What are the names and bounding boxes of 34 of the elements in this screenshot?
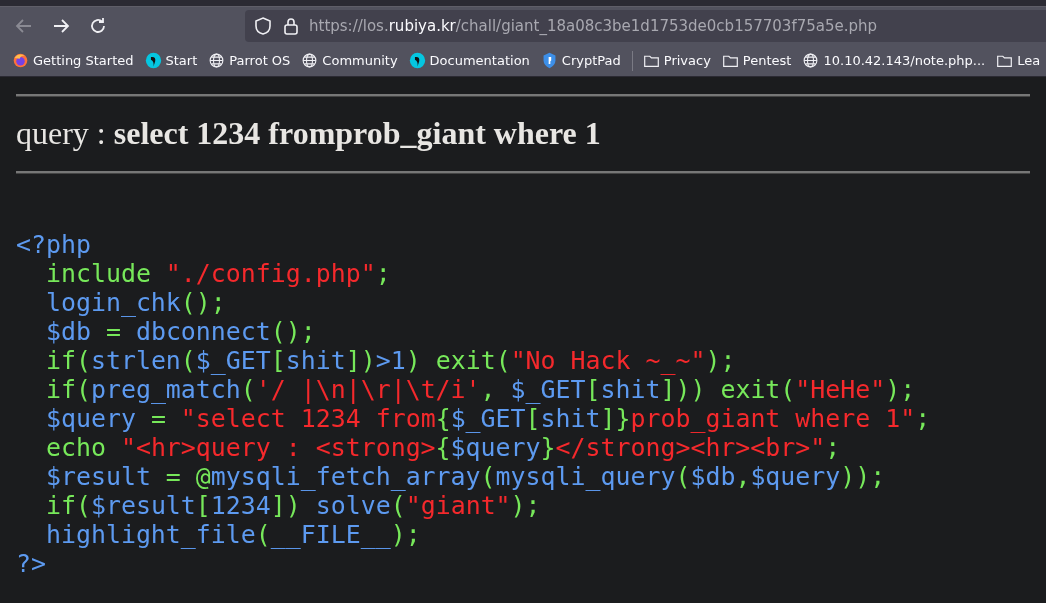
- code-line: <?php: [16, 230, 91, 259]
- code-line: if(strlen($_GET[shit])>1) exit("No Hack ~_~");: [44, 346, 736, 375]
- code-line: echo "<hr>query : <strong>{$query}</strong><hr><br>";: [44, 433, 841, 462]
- bookmark-item[interactable]: Lea: [996, 52, 1041, 69]
- code-line: login_chk();: [44, 288, 226, 317]
- code-line: $query = "select 1234 from{$_GET[shit]}prob_giant where 1";: [44, 404, 931, 433]
- code-line: if($result[1234]) solve("giant");: [44, 491, 541, 520]
- code-line: highlight_file(__FILE__);: [44, 520, 421, 549]
- bookmark-item[interactable]: Pentest: [721, 52, 792, 69]
- bookmark-item[interactable]: Documentation: [408, 52, 530, 69]
- code-line: $db = dbconnect();: [44, 317, 316, 346]
- reload-icon[interactable]: [88, 16, 108, 36]
- bookmark-item[interactable]: Start: [144, 52, 198, 69]
- bookmark-item[interactable]: Community: [301, 52, 398, 69]
- lock-icon[interactable]: [281, 16, 301, 36]
- bookmark-item[interactable]: CryptPad: [540, 52, 621, 69]
- query-heading: query : select 1234 fromprob_giant where 1: [16, 115, 602, 152]
- globe-icon: [208, 52, 226, 69]
- parrot-icon: [144, 52, 162, 69]
- code-line: ?>: [16, 549, 46, 578]
- code-line: $result = @mysqli_fetch_array(mysqli_query($db,$query));: [44, 462, 886, 491]
- firefox-icon: [12, 52, 29, 69]
- bookmark-item[interactable]: Privacy: [642, 52, 711, 69]
- bookmark-item[interactable]: 10.10.42.143/note.php...: [802, 52, 986, 69]
- parrot-icon: [408, 52, 426, 69]
- shield-icon[interactable]: [253, 16, 273, 36]
- globe-icon: [802, 52, 820, 69]
- bookmark-item[interactable]: Getting Started: [12, 52, 134, 69]
- url-text: https://los.rubiya.kr/chall/giant_18a08c3be1d1753de0cb157703f75a5e.php: [309, 17, 878, 35]
- address-bar[interactable]: https://los.rubiya.kr/chall/giant_18a08c3be1d1753de0cb157703f75a5e.php: [245, 10, 1046, 42]
- bookmark-item[interactable]: Parrot OS: [208, 52, 291, 69]
- code-line: if(preg_match('/ |\n|\r|\t/i', $_GET[shit])) exit("HeHe");: [44, 375, 916, 404]
- globe-icon: [301, 52, 319, 69]
- code-line: include "./config.php";: [44, 259, 391, 288]
